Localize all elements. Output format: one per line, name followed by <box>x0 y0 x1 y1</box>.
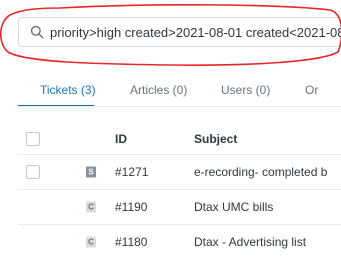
status-badge: C <box>86 201 96 213</box>
status-badge: S <box>86 166 96 178</box>
select-all-checkbox[interactable] <box>26 132 40 146</box>
column-header-id[interactable]: ID <box>115 132 127 146</box>
result-tabs: Tickets (3) Articles (0) Users (0) Or <box>18 80 341 107</box>
table-header-row: ID Subject <box>18 124 341 155</box>
ticket-id: #1180 <box>115 235 148 249</box>
status-badge: C <box>86 236 96 248</box>
column-header-subject[interactable]: Subject <box>194 132 341 146</box>
tab-organizations[interactable]: Or <box>305 83 318 97</box>
ticket-subject[interactable]: Dtax - Advertising list <box>194 235 341 249</box>
search-bar[interactable] <box>18 17 341 47</box>
ticket-subject[interactable]: Dtax UMC bills <box>194 200 341 214</box>
tickets-table: ID Subject S #1271 e-recording- complete… <box>18 124 341 258</box>
ticket-id: #1271 <box>115 165 149 179</box>
table-row[interactable]: S #1271 e-recording- completed b <box>18 155 341 190</box>
search-icon <box>30 25 44 39</box>
table-row[interactable]: C #1180 Dtax - Advertising list <box>18 225 341 258</box>
row-checkbox[interactable] <box>26 165 40 179</box>
active-tab-indicator <box>18 105 94 106</box>
ticket-subject[interactable]: e-recording- completed b <box>194 165 341 179</box>
search-input[interactable] <box>50 24 341 40</box>
search-results-panel: Tickets (3) Articles (0) Users (0) Or ID… <box>0 0 341 258</box>
tab-articles[interactable]: Articles (0) <box>130 83 187 97</box>
table-row[interactable]: C #1190 Dtax UMC bills <box>18 190 341 225</box>
tab-users[interactable]: Users (0) <box>221 83 270 97</box>
tab-tickets[interactable]: Tickets (3) <box>40 83 96 97</box>
ticket-id: #1190 <box>115 200 148 214</box>
